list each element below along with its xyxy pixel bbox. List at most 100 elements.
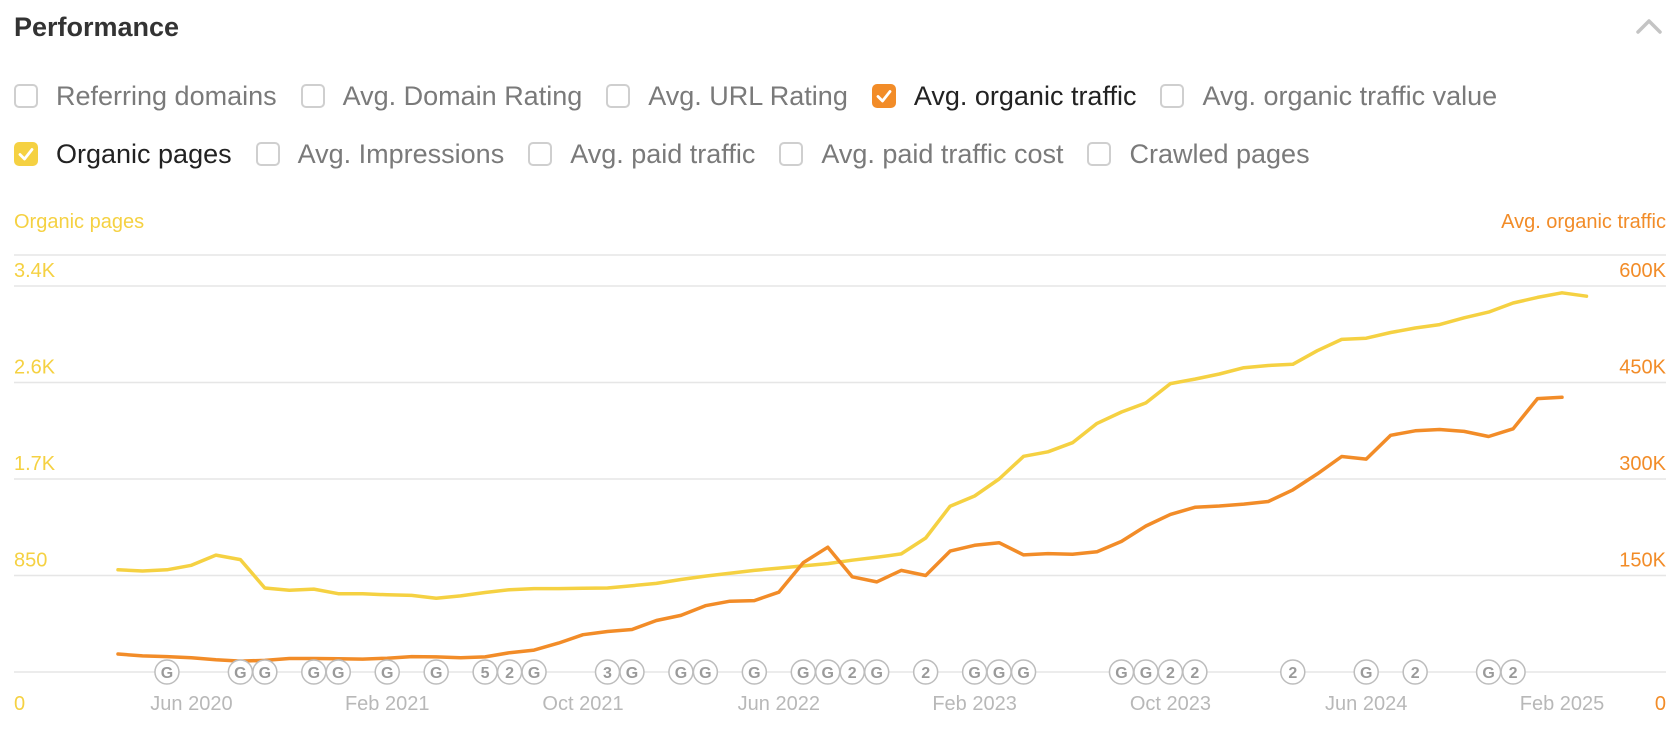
data-point bbox=[924, 574, 927, 577]
data-point bbox=[899, 569, 903, 572]
data-point bbox=[1487, 435, 1490, 438]
annotation-label: G bbox=[870, 665, 882, 682]
x-tick-label: Feb 2021 bbox=[345, 693, 430, 715]
annotation-label: 2 bbox=[848, 665, 857, 682]
metric-row: Referring domains Avg. Domain Rating Avg. … bbox=[14, 76, 1664, 116]
left-tick-label: 1.7K bbox=[14, 453, 56, 475]
annotation-label: G bbox=[234, 665, 246, 682]
right-tick-label: 150K bbox=[1619, 550, 1666, 572]
data-point bbox=[1560, 396, 1564, 399]
x-tick-label: Oct 2023 bbox=[1130, 693, 1211, 715]
data-point bbox=[1193, 377, 1197, 381]
data-point bbox=[1536, 296, 1539, 299]
data-point bbox=[630, 628, 634, 631]
metric-label: Avg. paid traffic cost bbox=[821, 138, 1064, 169]
data-point bbox=[165, 655, 169, 658]
checkbox-avg-url-rating[interactable] bbox=[606, 84, 631, 108]
data-point bbox=[1169, 513, 1172, 516]
left-tick-label: 850 bbox=[14, 550, 47, 572]
data-point bbox=[1022, 455, 1025, 458]
data-point bbox=[1144, 401, 1148, 405]
data-point bbox=[386, 656, 389, 660]
data-point bbox=[1169, 382, 1172, 385]
data-point bbox=[704, 604, 707, 607]
checkbox-avg-impressions[interactable] bbox=[255, 142, 280, 166]
annotation-label: G bbox=[332, 665, 344, 682]
series-line-avg-organic-traffic bbox=[116, 395, 1564, 663]
data-point bbox=[165, 568, 169, 572]
data-point bbox=[1095, 550, 1099, 553]
metric-toggle-referring-domains[interactable]: Referring domains bbox=[14, 81, 277, 112]
left-tick-label: 2.6K bbox=[14, 357, 56, 379]
data-point bbox=[606, 630, 609, 633]
data-point bbox=[1022, 553, 1025, 557]
data-point bbox=[116, 568, 120, 572]
metric-toggle-avg-organic-traffic-value[interactable]: Avg. organic traffic value bbox=[1160, 81, 1497, 112]
data-point bbox=[239, 558, 242, 561]
data-point bbox=[557, 587, 560, 590]
data-point bbox=[1242, 502, 1246, 506]
annotation-label: G bbox=[381, 665, 393, 682]
data-point bbox=[1071, 441, 1074, 444]
x-tick-label: Feb 2023 bbox=[932, 693, 1017, 715]
data-point bbox=[581, 587, 585, 590]
left-tick-label: 3.4K bbox=[14, 260, 56, 282]
data-point bbox=[214, 553, 218, 557]
annotation-label: G bbox=[626, 665, 638, 682]
collapse-button[interactable] bbox=[1632, 10, 1666, 44]
panel-title: Performance bbox=[14, 12, 180, 42]
data-point bbox=[483, 591, 487, 594]
right-tick-label: 0 bbox=[1655, 693, 1666, 715]
chevron-up-icon bbox=[1636, 19, 1662, 34]
data-point bbox=[214, 658, 218, 661]
checkbox-avg-organic-traffic[interactable] bbox=[871, 84, 896, 108]
metric-toggle-avg-paid-traffic[interactable]: Avg. paid traffic bbox=[528, 139, 755, 170]
data-point bbox=[1193, 506, 1197, 509]
annotation-label: 2 bbox=[921, 665, 930, 682]
data-point bbox=[753, 599, 756, 602]
annotation-label: 3 bbox=[603, 665, 612, 682]
data-point bbox=[1316, 349, 1319, 352]
data-point bbox=[1267, 500, 1270, 503]
metric-toggle-avg-impressions[interactable]: Avg. Impressions bbox=[255, 139, 504, 170]
data-point bbox=[141, 569, 144, 573]
checkbox-avg-paid-traffic-cost[interactable] bbox=[779, 142, 804, 166]
metric-toggle-crawled-pages[interactable]: Crawled pages bbox=[1087, 139, 1310, 170]
checkbox-avg-domain-rating[interactable] bbox=[300, 84, 325, 108]
checkbox-avg-organic-traffic-value[interactable] bbox=[1160, 84, 1185, 108]
data-point bbox=[263, 586, 267, 590]
check-icon bbox=[876, 90, 892, 103]
annotation-label: G bbox=[1017, 665, 1029, 682]
data-point bbox=[728, 572, 732, 575]
data-point bbox=[1511, 301, 1515, 305]
annotation-label: 5 bbox=[481, 665, 490, 682]
data-point bbox=[1413, 326, 1417, 330]
data-point bbox=[557, 641, 560, 645]
data-point bbox=[532, 648, 536, 652]
annotation-label: G bbox=[968, 665, 980, 682]
checkbox-organic-pages[interactable] bbox=[14, 142, 38, 166]
data-point bbox=[753, 569, 756, 572]
data-point bbox=[1218, 504, 1221, 508]
checkbox-avg-paid-traffic[interactable] bbox=[528, 142, 553, 166]
data-point bbox=[1144, 524, 1148, 528]
data-point bbox=[1365, 457, 1368, 461]
metric-toggle-organic-pages[interactable]: Organic pages bbox=[14, 139, 232, 170]
data-point bbox=[1487, 310, 1490, 314]
data-point bbox=[288, 657, 291, 660]
checkbox-referring-domains[interactable] bbox=[14, 84, 38, 108]
annotation-label: 2 bbox=[1166, 665, 1175, 682]
data-point bbox=[802, 561, 805, 564]
metric-label: Avg. organic traffic bbox=[913, 80, 1137, 111]
metric-toggle-avg-paid-traffic-cost[interactable]: Avg. paid traffic cost bbox=[779, 139, 1063, 170]
metric-toggle-avg-organic-traffic[interactable]: Avg. organic traffic bbox=[871, 80, 1137, 112]
x-tick-label: Feb 2025 bbox=[1520, 693, 1605, 715]
data-point bbox=[924, 536, 927, 540]
x-tick-label: Jun 2022 bbox=[738, 693, 820, 715]
annotation-label: G bbox=[699, 665, 711, 682]
data-point bbox=[655, 582, 658, 585]
data-point bbox=[532, 587, 536, 590]
metric-toggle-avg-domain-rating[interactable]: Avg. Domain Rating bbox=[300, 81, 582, 112]
metric-toggle-avg-url-rating[interactable]: Avg. URL Rating bbox=[606, 81, 848, 112]
checkbox-crawled-pages[interactable] bbox=[1087, 142, 1112, 166]
